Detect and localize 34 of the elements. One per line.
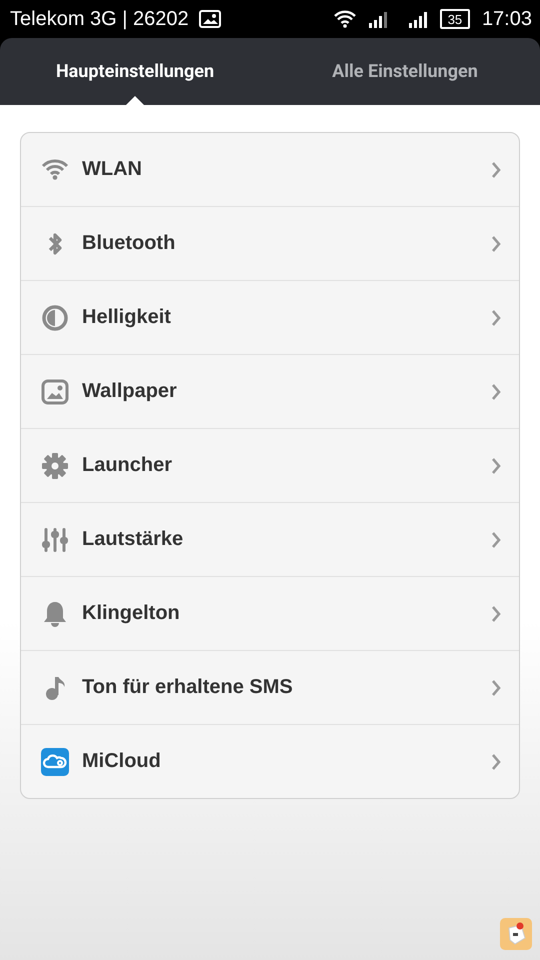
chevron-icon — [491, 458, 501, 474]
settings-item[interactable]: Ton für erhaltene SMS — [21, 650, 519, 724]
carrier-text: Telekom 3G | 26202 — [10, 8, 189, 30]
chevron-icon — [491, 532, 501, 548]
wifi-icon — [334, 10, 356, 28]
image-icon — [198, 10, 221, 28]
tab[interactable]: Haupteinstellungen — [0, 38, 270, 105]
settings-item[interactable]: WLAN — [21, 133, 519, 206]
settings-item[interactable]: Bluetooth — [21, 206, 519, 280]
chevron-icon — [491, 384, 501, 400]
settings-item[interactable]: Klingelton — [21, 576, 519, 650]
chevron-icon — [491, 310, 501, 326]
chevron-icon — [491, 162, 501, 178]
chevron-icon — [491, 606, 501, 622]
settings-item[interactable]: MiCloud — [21, 724, 519, 798]
tab[interactable]: Alle Einstellungen — [270, 38, 540, 105]
signal-icon — [368, 10, 388, 28]
chevron-icon — [491, 680, 501, 696]
notes-app-icon[interactable] — [500, 918, 532, 950]
chevron-icon — [491, 236, 501, 252]
settings-item[interactable]: Helligkeit — [21, 280, 519, 354]
settings-item[interactable]: Lautstärke — [21, 502, 519, 576]
settings-item[interactable]: Launcher — [21, 428, 519, 502]
settings-item[interactable]: Wallpaper — [21, 354, 519, 428]
cloud-icon — [41, 748, 69, 776]
clock-text: 17:03 — [482, 8, 532, 30]
signal-icon — [408, 10, 428, 28]
gear-icon — [41, 452, 69, 480]
sliders-icon — [41, 526, 69, 554]
bell-icon — [41, 600, 69, 628]
image-icon — [41, 378, 69, 406]
brightness-icon — [41, 304, 69, 332]
battery-icon: 35 — [440, 9, 470, 29]
chevron-icon — [491, 754, 501, 770]
